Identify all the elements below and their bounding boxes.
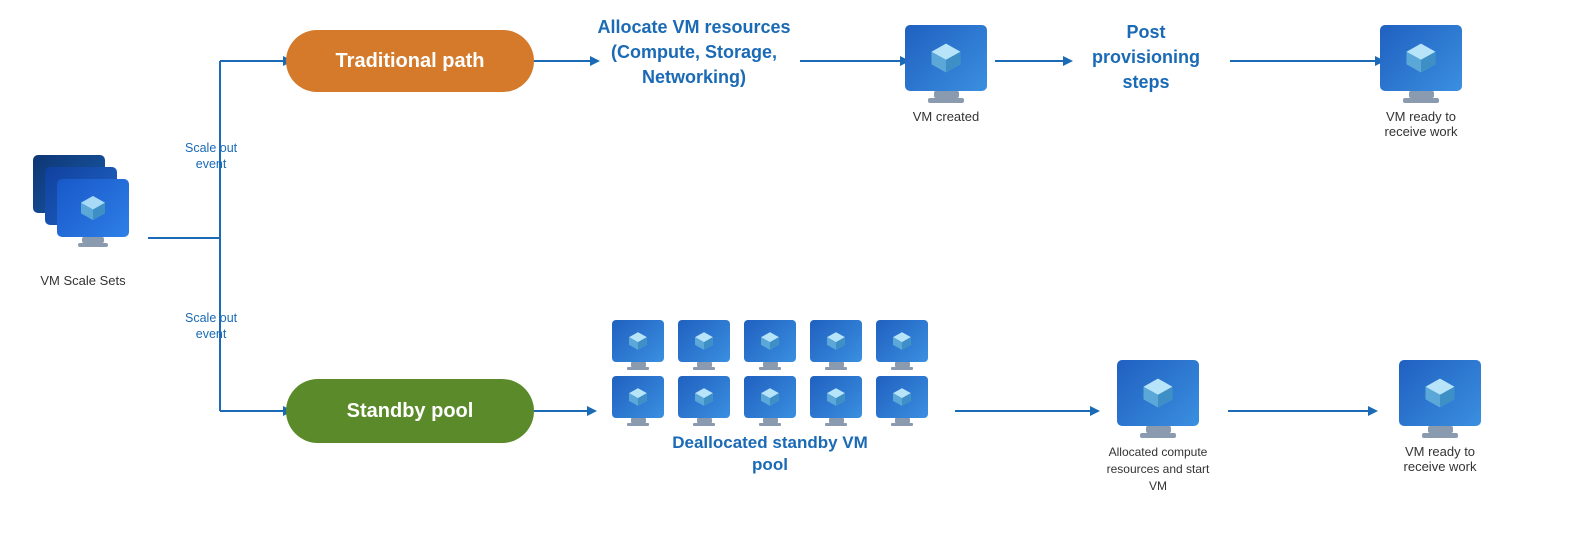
grid-vm-10 — [872, 376, 932, 426]
vm-scale-sets: VM Scale Sets — [18, 155, 148, 288]
post-provisioning-text: Postprovisioningsteps — [1066, 20, 1226, 96]
grid-vm-7 — [674, 376, 734, 426]
vm-grid — [590, 320, 950, 426]
grid-vm-1 — [608, 320, 668, 370]
standby-pool-label: Standby pool — [347, 400, 474, 423]
deallocated-pool-label: Deallocated standby VM pool — [590, 432, 950, 476]
grid-vm-2 — [674, 320, 734, 370]
grid-vm-5 — [872, 320, 932, 370]
grid-vm-8 — [740, 376, 800, 426]
vm-created-label: VM created — [913, 109, 979, 124]
scale-out-event-1: Scale out event — [185, 140, 237, 173]
grid-vm-4 — [806, 320, 866, 370]
vm-scale-sets-icon-front — [57, 179, 129, 247]
vm-ready-top: VM ready toreceive work — [1380, 25, 1462, 139]
grid-vm-6 — [608, 376, 668, 426]
allocated-compute-label: Allocated computeresources and startVM — [1107, 444, 1210, 494]
scale-out-event-2: Scale out event — [185, 310, 237, 343]
traditional-path-label: Traditional path — [336, 50, 485, 73]
deallocated-pool: Deallocated standby VM pool — [590, 320, 950, 476]
standby-pool-box: Standby pool — [286, 379, 534, 443]
allocate-vm-text: Allocate VM resources(Compute, Storage,N… — [594, 15, 794, 91]
vm-ready-bottom-label: VM ready toreceive work — [1404, 444, 1477, 474]
vm-scale-sets-label: VM Scale Sets — [18, 273, 148, 288]
vm-ready-bottom: VM ready toreceive work — [1370, 360, 1510, 474]
allocated-compute: Allocated computeresources and startVM — [1093, 360, 1223, 494]
grid-vm-3 — [740, 320, 800, 370]
grid-vm-9 — [806, 376, 866, 426]
diagram-container: VM Scale Sets Scale out event Scale out … — [0, 0, 1573, 553]
vm-ready-top-label: VM ready toreceive work — [1385, 109, 1458, 139]
vm-created: VM created — [905, 25, 987, 124]
traditional-path-box: Traditional path — [286, 30, 534, 92]
